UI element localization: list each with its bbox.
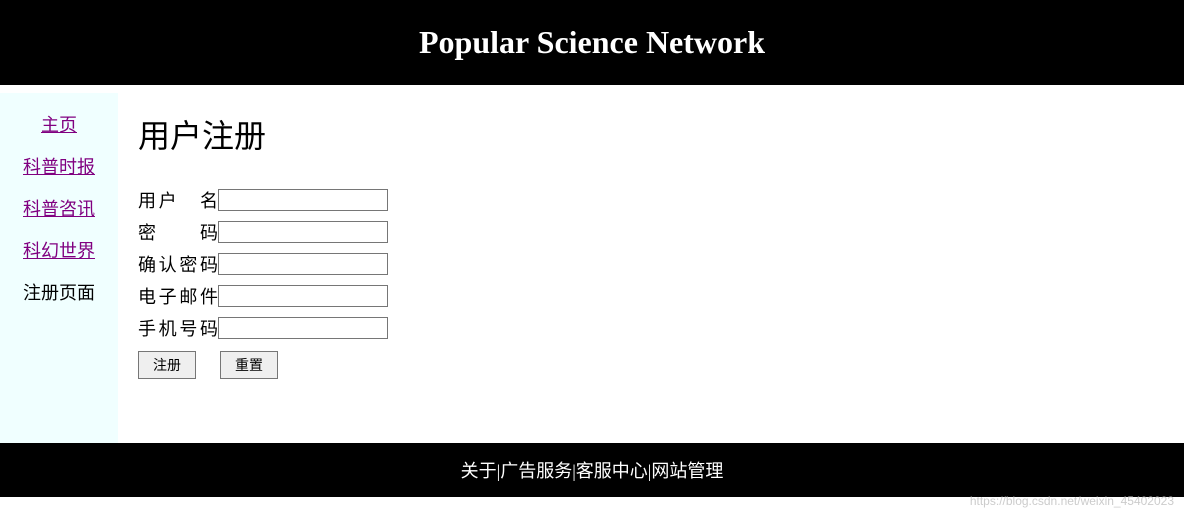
password-label: 密 码	[138, 219, 218, 245]
sidebar-item-home[interactable]: 主页	[0, 103, 118, 145]
form-row-confirm: 确认密码	[138, 251, 1164, 277]
page-title: 用户注册	[138, 111, 1164, 157]
username-label: 用户 名	[138, 187, 218, 213]
email-label: 电子邮件	[138, 283, 218, 309]
sidebar-item-register: 注册页面	[0, 271, 118, 313]
footer-text: 关于|广告服务|客服中心|网站管理	[461, 461, 724, 481]
confirm-password-input[interactable]	[218, 253, 388, 275]
watermark: https://blog.csdn.net/weixin_45402023	[970, 494, 1174, 508]
sidebar: 主页 科普时报 科普咨讯 科幻世界 注册页面	[0, 93, 118, 443]
sidebar-item-news[interactable]: 科普咨讯	[0, 187, 118, 229]
sidebar-item-scifi[interactable]: 科幻世界	[0, 229, 118, 271]
site-header: Popular Science Network	[0, 0, 1184, 85]
form-row-username: 用户 名	[138, 187, 1164, 213]
register-button[interactable]: 注册	[138, 351, 196, 379]
content-area: 主页 科普时报 科普咨讯 科幻世界 注册页面 用户注册 用户 名 密 码 确认密…	[0, 93, 1184, 443]
site-footer: 关于|广告服务|客服中心|网站管理	[0, 443, 1184, 497]
username-input[interactable]	[218, 189, 388, 211]
password-input[interactable]	[218, 221, 388, 243]
form-row-phone: 手机号码	[138, 315, 1164, 341]
button-row: 注册 重置	[138, 351, 1164, 379]
form-row-password: 密 码	[138, 219, 1164, 245]
form-row-email: 电子邮件	[138, 283, 1164, 309]
phone-label: 手机号码	[138, 315, 218, 341]
sidebar-item-times[interactable]: 科普时报	[0, 145, 118, 187]
site-title: Popular Science Network	[419, 24, 765, 60]
main-content: 用户注册 用户 名 密 码 确认密码 电子邮件 手机号码 注册 重置	[118, 93, 1184, 443]
email-input[interactable]	[218, 285, 388, 307]
reset-button[interactable]: 重置	[220, 351, 278, 379]
header-spacer	[0, 85, 1184, 93]
confirm-password-label: 确认密码	[138, 251, 218, 277]
phone-input[interactable]	[218, 317, 388, 339]
